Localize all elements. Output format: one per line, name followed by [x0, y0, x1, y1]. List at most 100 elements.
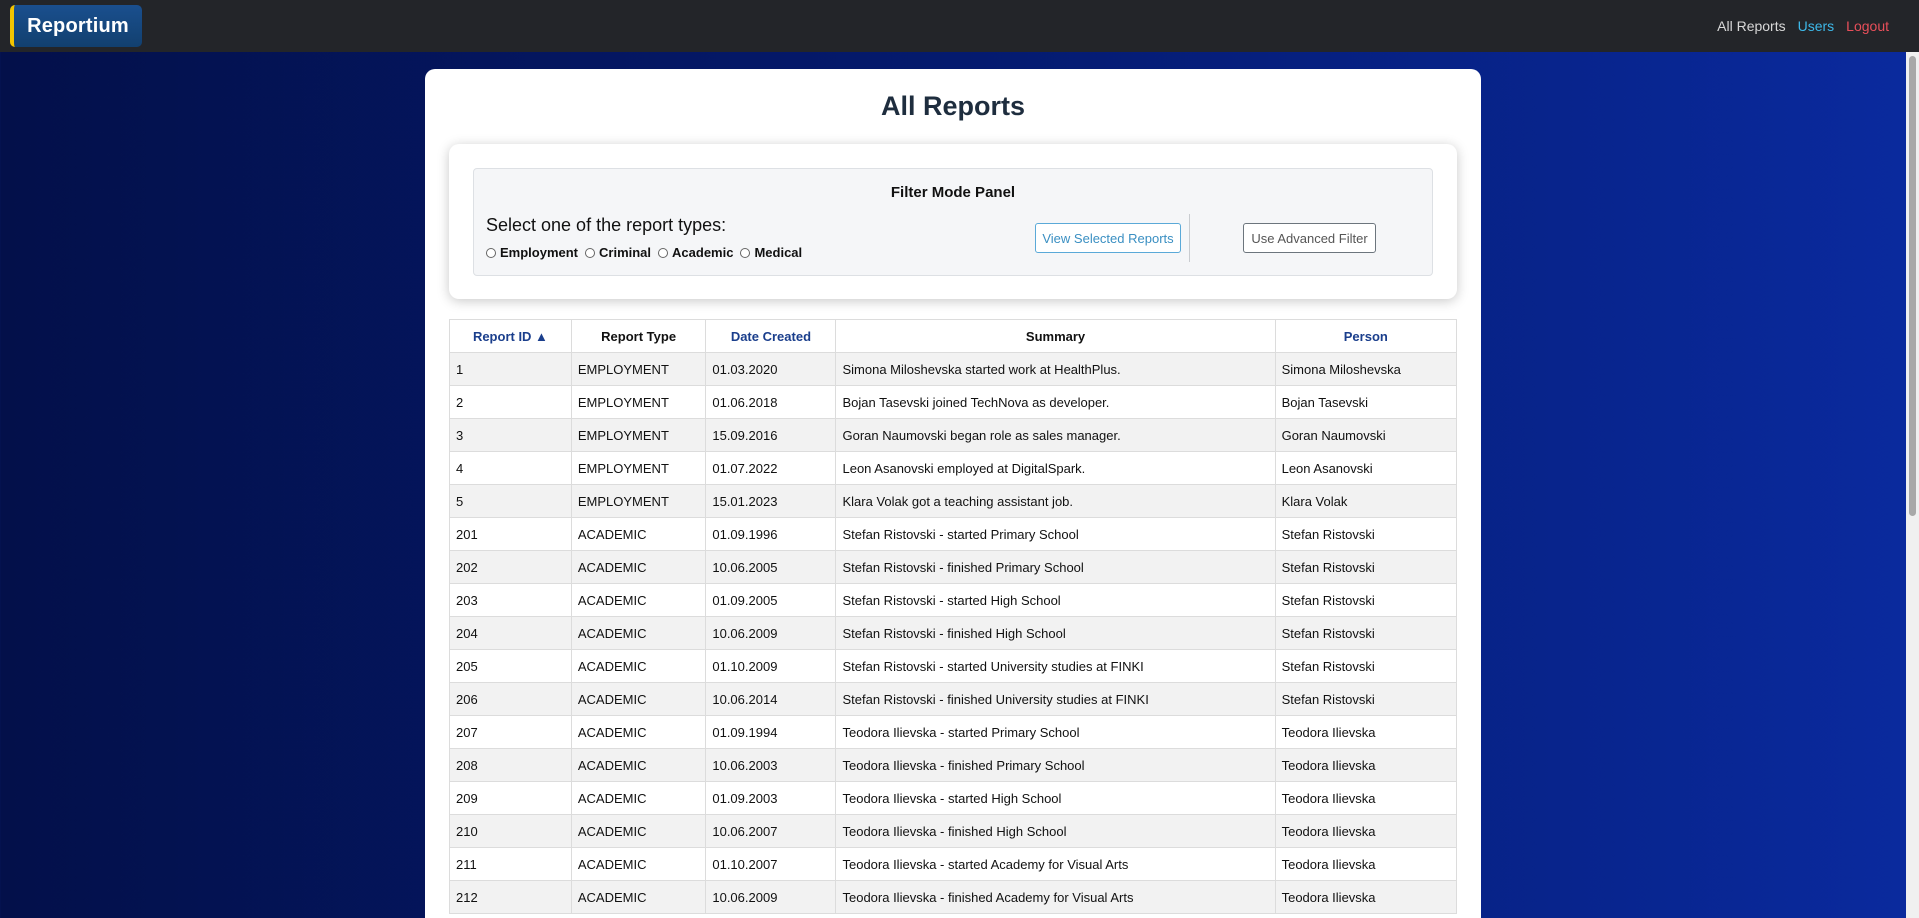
cell-person: Stefan Ristovski: [1274, 682, 1458, 716]
header-person[interactable]: Person: [1274, 319, 1458, 353]
header-summary: Summary: [835, 319, 1276, 353]
cell-date: 01.09.2005: [705, 583, 837, 617]
cell-type: ACADEMIC: [570, 649, 707, 683]
cell-person: Stefan Ristovski: [1274, 517, 1458, 551]
cell-person: Stefan Ristovski: [1274, 583, 1458, 617]
cell-summary: Stefan Ristovski - finished Primary Scho…: [835, 550, 1276, 584]
cell-summary: Stefan Ristovski - finished University s…: [835, 682, 1276, 716]
brand-logo[interactable]: Reportium: [10, 5, 142, 47]
filter-panel: Filter Mode Panel Select one of the repo…: [449, 144, 1457, 299]
cell-summary: Teodora Ilievska - finished High School: [835, 814, 1276, 848]
cell-date: 01.10.2009: [705, 649, 837, 683]
cell-person: Teodora Ilievska: [1274, 715, 1458, 749]
radio-button-icon[interactable]: [486, 247, 496, 258]
radio-button-icon[interactable]: [585, 247, 596, 258]
radio-label: Medical: [754, 245, 803, 260]
table-row[interactable]: 206 ACADEMIC 10.06.2014 Stefan Ristovski - …: [449, 682, 1458, 716]
table-row[interactable]: 3 EMPLOYMENT 15.09.2016 Goran Naumovski beg…: [449, 418, 1458, 452]
radio-criminal[interactable]: Criminal: [585, 245, 651, 260]
table-row[interactable]: 209 ACADEMIC 01.09.2003 Teodora Ilievska - …: [449, 781, 1458, 815]
table-row[interactable]: 212 ACADEMIC 10.06.2009 Teodora Ilievska - …: [449, 880, 1458, 914]
table-row[interactable]: 205 ACADEMIC 01.10.2009 Stefan Ristovski - …: [449, 649, 1458, 683]
cell-date: 10.06.2005: [705, 550, 837, 584]
cell-type: ACADEMIC: [570, 682, 707, 716]
header-report-id[interactable]: Report ID ▲: [449, 319, 572, 353]
cell-person: Goran Naumovski: [1274, 418, 1458, 452]
nav-link-users[interactable]: Users: [1798, 18, 1835, 34]
table-row[interactable]: 202 ACADEMIC 10.06.2005 Stefan Ristovski - …: [449, 550, 1458, 584]
table-body: 1 EMPLOYMENT 01.03.2020 Simona Miloshevska …: [449, 352, 1458, 914]
cell-summary: Teodora Ilievska - finished Primary Scho…: [835, 748, 1276, 782]
reports-table: Report ID ▲ Report Type Date Created Sum…: [449, 319, 1458, 914]
cell-person: Teodora Ilievska: [1274, 880, 1458, 914]
cell-type: ACADEMIC: [570, 715, 707, 749]
radio-medical[interactable]: Medical: [740, 245, 802, 260]
table-row[interactable]: 207 ACADEMIC 01.09.1994 Teodora Ilievska - …: [449, 715, 1458, 749]
cell-type: EMPLOYMENT: [570, 484, 707, 518]
cell-id: 209: [449, 781, 572, 815]
table-row[interactable]: 208 ACADEMIC 10.06.2003 Teodora Ilievska - …: [449, 748, 1458, 782]
table-row[interactable]: 5 EMPLOYMENT 15.01.2023 Klara Volak got a t…: [449, 484, 1458, 518]
table-row[interactable]: 203 ACADEMIC 01.09.2005 Stefan Ristovski - …: [449, 583, 1458, 617]
use-advanced-filter-button[interactable]: Use Advanced Filter: [1243, 223, 1376, 253]
cell-type: ACADEMIC: [570, 517, 707, 551]
nav-link-logout[interactable]: Logout: [1846, 18, 1889, 34]
cell-date: 10.06.2007: [705, 814, 837, 848]
table-row[interactable]: 4 EMPLOYMENT 01.07.2022 Leon Asanovski empl…: [449, 451, 1458, 485]
cell-id: 202: [449, 550, 572, 584]
cell-person: Stefan Ristovski: [1274, 550, 1458, 584]
cell-id: 4: [449, 451, 572, 485]
view-selected-reports-button[interactable]: View Selected Reports: [1035, 223, 1181, 253]
filter-panel-title: Filter Mode Panel: [890, 184, 1016, 201]
cell-summary: Teodora Ilievska - started Academy for V…: [835, 847, 1276, 881]
cell-summary: Klara Volak got a teaching assistant job…: [835, 484, 1276, 518]
cell-type: ACADEMIC: [570, 847, 707, 881]
cell-person: Teodora Ilievska: [1274, 748, 1458, 782]
radio-employment[interactable]: Employment: [486, 245, 578, 260]
cell-date: 15.09.2016: [705, 418, 837, 452]
table-row[interactable]: 204 ACADEMIC 10.06.2009 Stefan Ristovski - …: [449, 616, 1458, 650]
cell-date: 10.06.2003: [705, 748, 837, 782]
radio-label: Employment: [500, 245, 579, 260]
cell-type: ACADEMIC: [570, 814, 707, 848]
cell-id: 2: [449, 385, 572, 419]
filter-panel-body: Filter Mode Panel Select one of the repo…: [473, 168, 1433, 276]
cell-date: 10.06.2014: [705, 682, 837, 716]
table-row[interactable]: 2 EMPLOYMENT 01.06.2018 Bojan Tasevski join…: [449, 385, 1458, 419]
header-date-created[interactable]: Date Created: [705, 319, 837, 353]
radio-button-icon[interactable]: [658, 247, 669, 258]
cell-id: 212: [449, 880, 572, 914]
table-row[interactable]: 211 ACADEMIC 01.10.2007 Teodora Ilievska - …: [449, 847, 1458, 881]
cell-date: 01.09.1996: [705, 517, 837, 551]
table-row[interactable]: 210 ACADEMIC 10.06.2007 Teodora Ilievska - …: [449, 814, 1458, 848]
cell-id: 1: [449, 352, 572, 386]
table-row[interactable]: 1 EMPLOYMENT 01.03.2020 Simona Miloshevska …: [449, 352, 1458, 386]
cell-type: EMPLOYMENT: [570, 385, 707, 419]
cell-summary: Stefan Ristovski - started Primary Schoo…: [835, 517, 1276, 551]
page-scrollbar-thumb[interactable]: [1909, 56, 1916, 516]
cell-type: EMPLOYMENT: [570, 352, 707, 386]
cell-type: EMPLOYMENT: [570, 451, 707, 485]
cell-summary: Stefan Ristovski - started High School: [835, 583, 1276, 617]
nav-link-all-reports[interactable]: All Reports: [1717, 18, 1785, 34]
table-row[interactable]: 201 ACADEMIC 01.09.1996 Stefan Ristovski - …: [449, 517, 1458, 551]
cell-date: 01.03.2020: [705, 352, 837, 386]
cell-id: 5: [449, 484, 572, 518]
cell-id: 208: [449, 748, 572, 782]
cell-summary: Simona Miloshevska started work at Healt…: [835, 352, 1276, 386]
nav-links: All Reports Users Logout: [1717, 0, 1889, 52]
cell-person: Klara Volak: [1274, 484, 1458, 518]
cell-id: 207: [449, 715, 572, 749]
cell-summary: Bojan Tasevski joined TechNova as develo…: [835, 385, 1276, 419]
cell-summary: Goran Naumovski began role as sales mana…: [835, 418, 1276, 452]
cell-id: 210: [449, 814, 572, 848]
cell-summary: Stefan Ristovski - finished High School: [835, 616, 1276, 650]
radio-academic[interactable]: Academic: [658, 245, 733, 260]
cell-person: Leon Asanovski: [1274, 451, 1458, 485]
radio-button-icon[interactable]: [740, 247, 751, 258]
cell-id: 211: [449, 847, 572, 881]
cell-type: EMPLOYMENT: [570, 418, 707, 452]
cell-type: ACADEMIC: [570, 616, 707, 650]
cell-id: 205: [449, 649, 572, 683]
cell-date: 01.06.2018: [705, 385, 837, 419]
